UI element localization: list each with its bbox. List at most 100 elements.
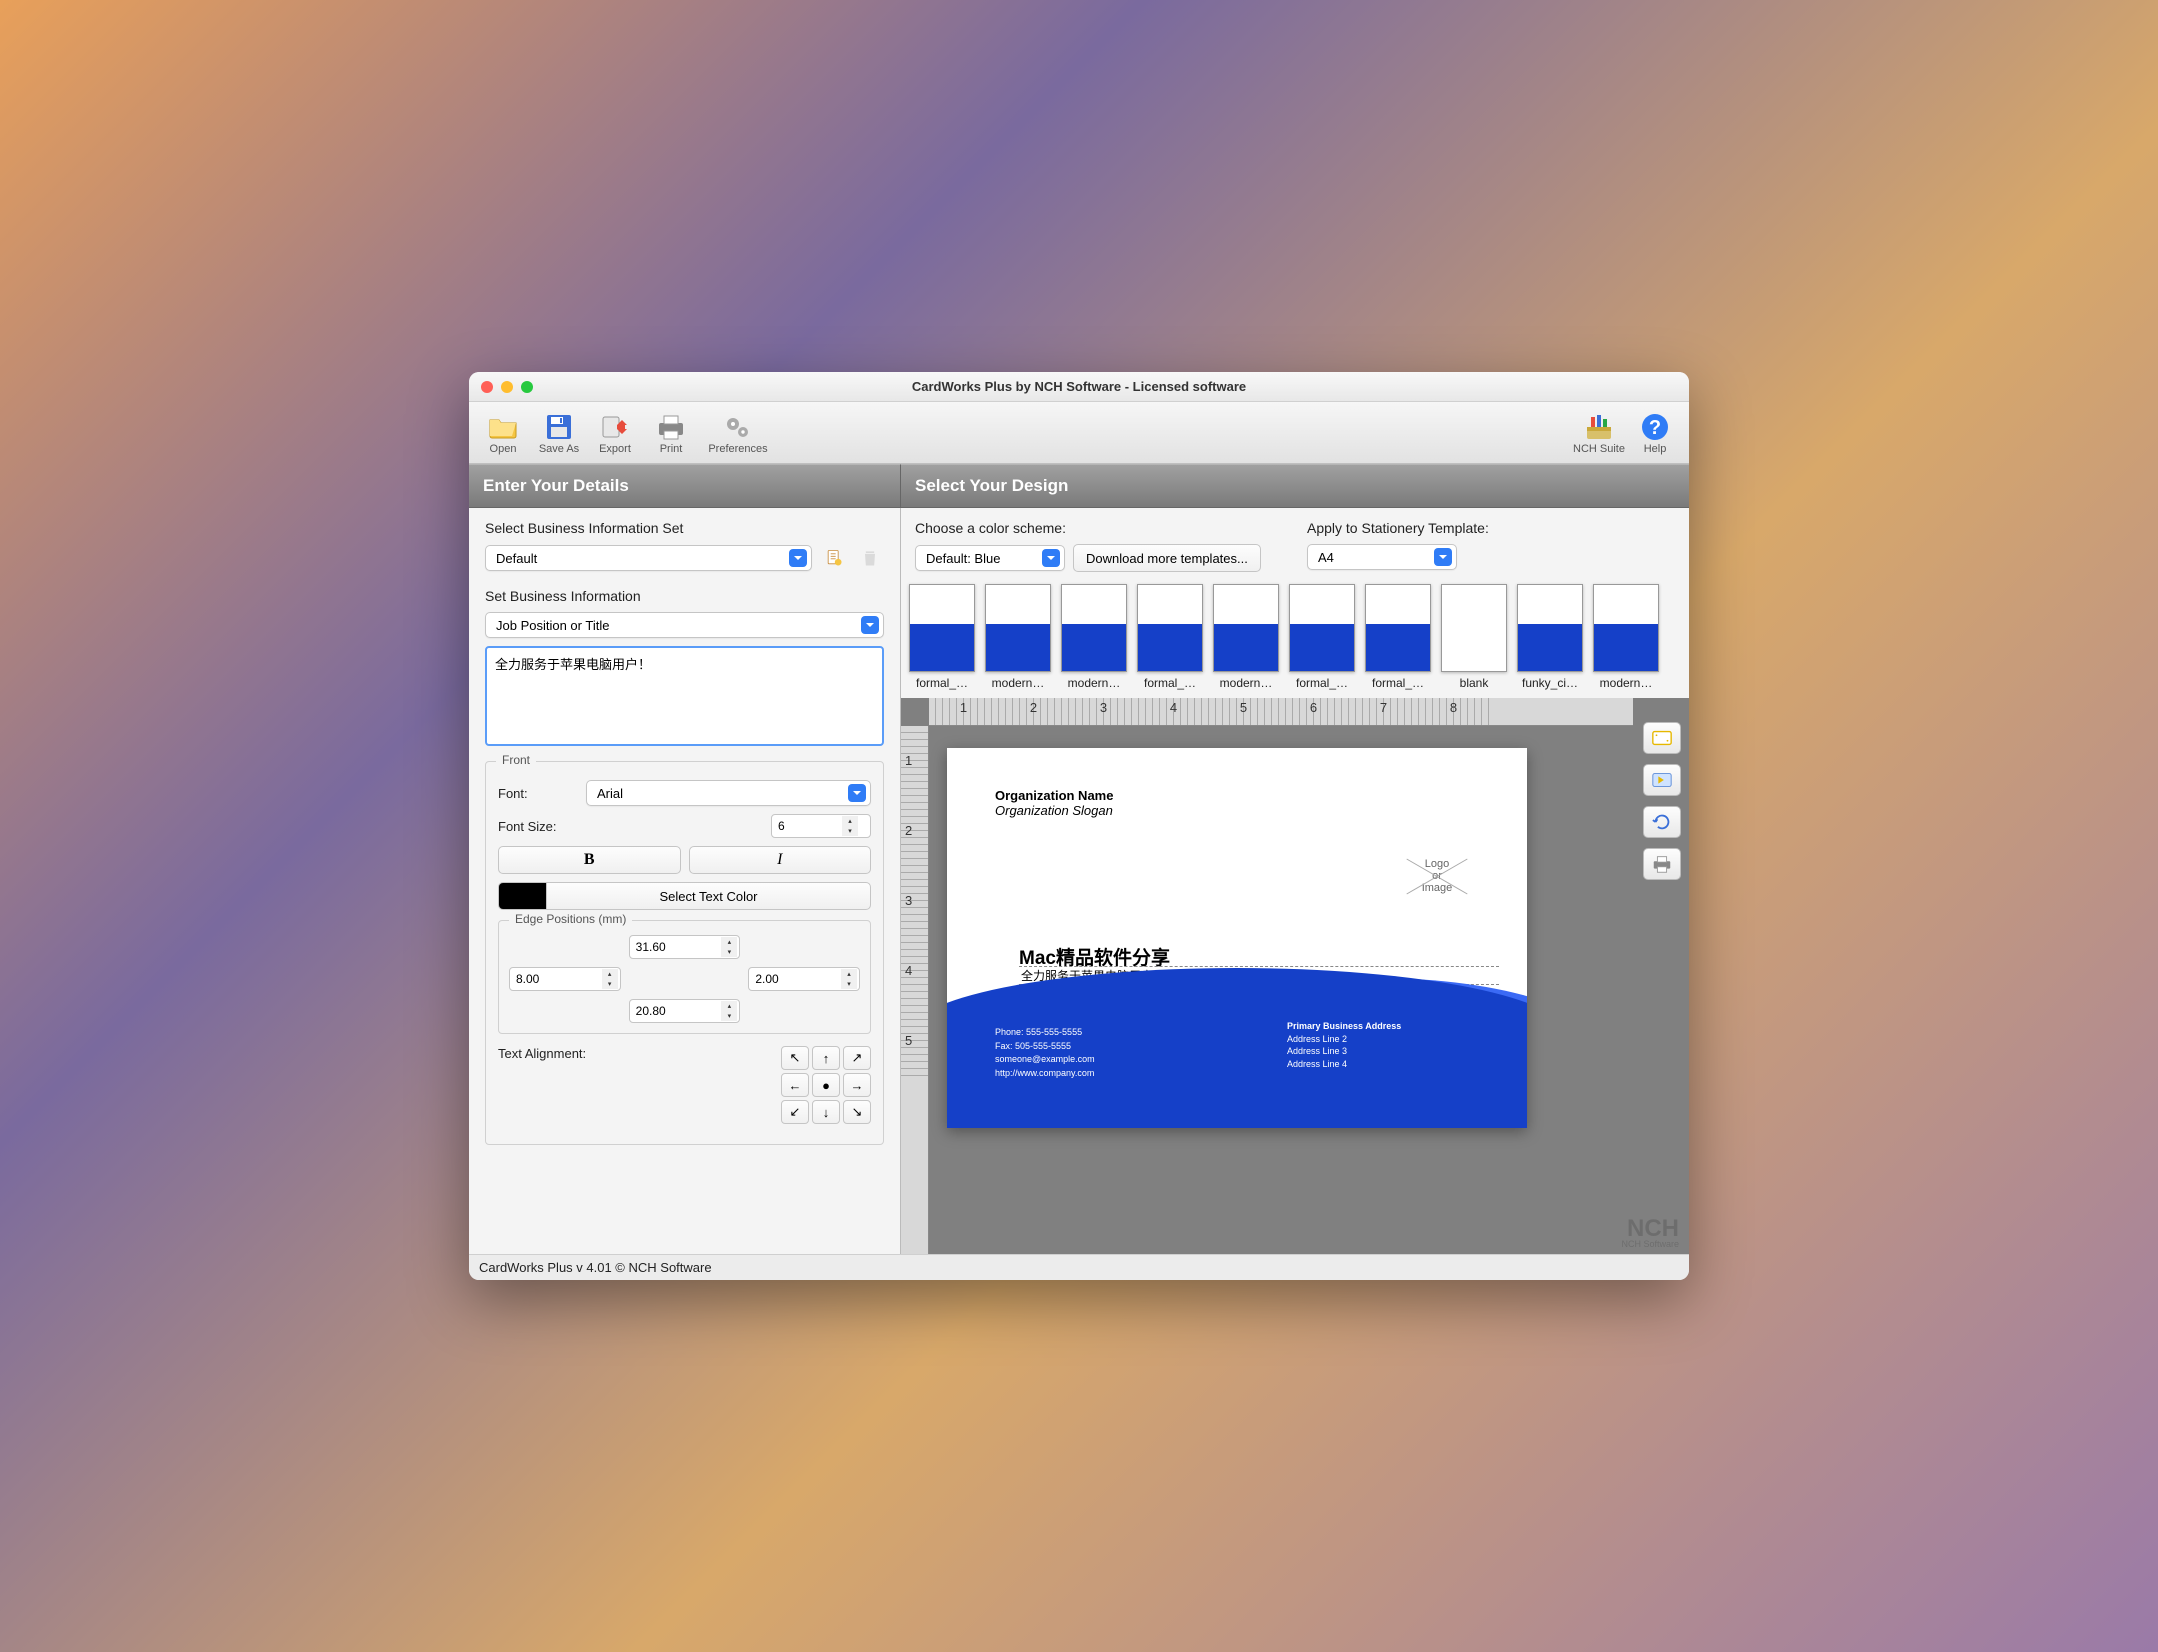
window-controls xyxy=(481,381,533,393)
export-button[interactable]: Export xyxy=(587,405,643,461)
step-down[interactable]: ▾ xyxy=(842,826,858,836)
left-pane-header: Enter Your Details xyxy=(469,464,901,508)
ruler-vertical: 1 2 3 4 5 xyxy=(901,726,929,1254)
close-window-button[interactable] xyxy=(481,381,493,393)
front-group: Front Font: Arial Font Size: ▴▾ xyxy=(485,761,884,1145)
info-set-select[interactable]: Default xyxy=(485,545,812,571)
save-as-button[interactable]: Save As xyxy=(531,405,587,461)
color-scheme-label: Choose a color scheme: xyxy=(915,520,1283,536)
printer-icon xyxy=(1651,853,1673,875)
delete-set-button[interactable] xyxy=(856,544,884,572)
edge-bottom-stepper[interactable]: ▴▾ xyxy=(629,999,741,1023)
chevron-down-icon xyxy=(1042,549,1060,567)
chevron-down-icon xyxy=(789,549,807,567)
template-item[interactable]: funky_ci… xyxy=(1515,584,1585,690)
bold-button[interactable]: B xyxy=(498,846,681,874)
template-item[interactable]: formal_… xyxy=(1287,584,1357,690)
show-back-button[interactable] xyxy=(1643,764,1681,796)
card-back-icon xyxy=(1651,769,1673,791)
align-l-button[interactable]: ← xyxy=(781,1073,809,1097)
print-side-button[interactable] xyxy=(1643,848,1681,880)
rotate-button[interactable] xyxy=(1643,806,1681,838)
align-br-button[interactable]: ↘ xyxy=(843,1100,871,1124)
download-templates-button[interactable]: Download more templates... xyxy=(1073,544,1261,572)
edge-positions-group: Edge Positions (mm) ▴▾ ▴▾ ▴▾ ▴▾ xyxy=(498,920,871,1034)
select-set-label: Select Business Information Set xyxy=(485,520,884,536)
right-pane: Choose a color scheme: Default: Blue Dow… xyxy=(901,508,1689,1254)
stationery-select[interactable]: A4 xyxy=(1307,544,1457,570)
chevron-down-icon xyxy=(861,616,879,634)
align-tl-button[interactable]: ↖ xyxy=(781,1046,809,1070)
align-b-button[interactable]: ↓ xyxy=(812,1100,840,1124)
printer-icon xyxy=(655,411,687,443)
help-button[interactable]: ? Help xyxy=(1627,405,1683,461)
italic-button[interactable]: I xyxy=(689,846,872,874)
floppy-disk-icon xyxy=(543,411,575,443)
align-bl-button[interactable]: ↙ xyxy=(781,1100,809,1124)
font-label: Font: xyxy=(498,786,576,801)
set-biz-info-label: Set Business Information xyxy=(485,588,884,604)
template-item[interactable]: formal_… xyxy=(907,584,977,690)
font-size-label: Font Size: xyxy=(498,819,576,834)
color-scheme-select[interactable]: Default: Blue xyxy=(915,545,1065,571)
app-window: CardWorks Plus by NCH Software - License… xyxy=(469,372,1689,1280)
font-select[interactable]: Arial xyxy=(586,780,871,806)
template-item[interactable]: modern… xyxy=(1591,584,1661,690)
folder-open-icon xyxy=(487,411,519,443)
pane-headers: Enter Your Details Select Your Design xyxy=(469,464,1689,508)
stationery-label: Apply to Stationery Template: xyxy=(1307,520,1675,536)
logo-placeholder[interactable]: Logo or Image xyxy=(1397,858,1477,894)
left-pane: Select Business Information Set Default … xyxy=(469,508,901,1254)
watermark: NCH NCH Software xyxy=(1621,1218,1679,1248)
alignment-grid: ↖ ↑ ↗ ← ● → ↙ ↓ ↘ xyxy=(781,1046,871,1124)
ruler-horizontal: 1 2 3 4 5 6 7 8 xyxy=(929,698,1633,726)
address-block[interactable]: Primary Business Address Address Line 2 … xyxy=(1287,1020,1401,1070)
window-title: CardWorks Plus by NCH Software - License… xyxy=(469,379,1689,394)
font-size-stepper[interactable]: ▴▾ xyxy=(771,814,871,838)
contact-block[interactable]: Phone: 555-555-5555 Fax: 505-555-5555 so… xyxy=(995,1026,1095,1080)
template-item[interactable]: blank xyxy=(1439,584,1509,690)
toolbox-icon xyxy=(1583,411,1615,443)
edge-right-stepper[interactable]: ▴▾ xyxy=(748,967,860,991)
text-alignment-label: Text Alignment: xyxy=(498,1046,586,1061)
chevron-down-icon xyxy=(848,784,866,802)
canvas-area: 1 2 3 4 5 6 7 8 1 2 3 4 xyxy=(901,698,1689,1254)
minimize-window-button[interactable] xyxy=(501,381,513,393)
preferences-button[interactable]: Preferences xyxy=(699,405,777,461)
biz-text-input[interactable]: 全力服务于苹果电脑用户！ xyxy=(485,646,884,746)
select-text-color-button[interactable]: Select Text Color xyxy=(546,882,871,910)
align-c-button[interactable]: ● xyxy=(812,1073,840,1097)
open-button[interactable]: Open xyxy=(475,405,531,461)
export-icon xyxy=(599,411,631,443)
titlebar: CardWorks Plus by NCH Software - License… xyxy=(469,372,1689,402)
template-strip: formal_… modern… modern… formal_… modern… xyxy=(901,580,1689,698)
gears-icon xyxy=(722,411,754,443)
svg-text:?: ? xyxy=(1649,417,1661,439)
right-pane-header: Select Your Design xyxy=(901,464,1689,508)
template-item[interactable]: modern… xyxy=(1059,584,1129,690)
color-swatch xyxy=(498,882,546,910)
edge-top-stepper[interactable]: ▴▾ xyxy=(629,935,741,959)
biz-field-select[interactable]: Job Position or Title xyxy=(485,612,884,638)
chevron-down-icon xyxy=(1434,548,1452,566)
show-front-button[interactable] xyxy=(1643,722,1681,754)
toolbar: Open Save As Export Print Preferences xyxy=(469,402,1689,464)
edit-set-button[interactable] xyxy=(820,544,848,572)
rotate-icon xyxy=(1651,811,1673,833)
align-t-button[interactable]: ↑ xyxy=(812,1046,840,1070)
nch-suite-button[interactable]: NCH Suite xyxy=(1571,405,1627,461)
help-icon: ? xyxy=(1639,411,1671,443)
print-button[interactable]: Print xyxy=(643,405,699,461)
org-block: Organization Name Organization Slogan xyxy=(995,788,1113,818)
edge-left-stepper[interactable]: ▴▾ xyxy=(509,967,621,991)
template-item[interactable]: modern… xyxy=(1211,584,1281,690)
statusbar: CardWorks Plus v 4.01 © NCH Software xyxy=(469,1254,1689,1280)
align-tr-button[interactable]: ↗ xyxy=(843,1046,871,1070)
step-up[interactable]: ▴ xyxy=(842,816,858,826)
card-preview[interactable]: Organization Name Organization Slogan Lo… xyxy=(947,748,1527,1128)
template-item[interactable]: formal_… xyxy=(1363,584,1433,690)
template-item[interactable]: modern… xyxy=(983,584,1053,690)
align-r-button[interactable]: → xyxy=(843,1073,871,1097)
zoom-window-button[interactable] xyxy=(521,381,533,393)
template-item[interactable]: formal_… xyxy=(1135,584,1205,690)
